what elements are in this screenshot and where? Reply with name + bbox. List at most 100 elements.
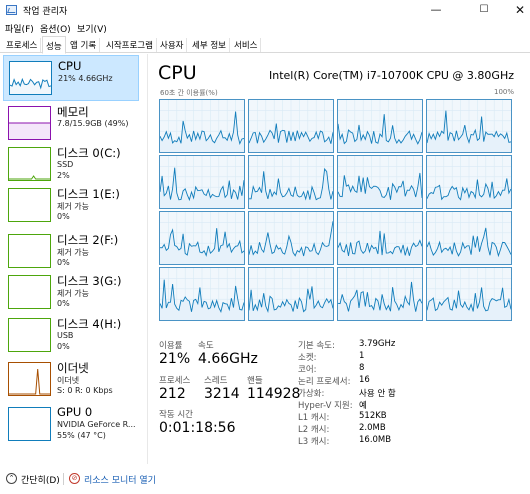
threads-label: 스레드 bbox=[204, 376, 228, 386]
sidebar-item-disk-3[interactable]: 디스크 3(G:) 제거 가능 0% bbox=[3, 270, 139, 316]
spec-label: 소켓: bbox=[298, 353, 317, 363]
cpu-mini-graph bbox=[9, 61, 52, 95]
cpu-model: Intel(R) Core(TM) i7-10700K CPU @ 3.80GH… bbox=[269, 69, 514, 82]
footer-bar: ⌃ 간단히(D) ⊘ 리소스 모니터 열기 bbox=[0, 466, 530, 494]
cpu-detail-panel: CPU Intel(R) Core(TM) i7-10700K CPU @ 3.… bbox=[150, 54, 530, 464]
title-bar: 작업 관리자 — ☐ ✕ bbox=[0, 0, 530, 20]
sidebar-title: GPU 0 bbox=[57, 405, 93, 419]
maximize-button[interactable]: ☐ bbox=[464, 0, 504, 20]
graph-caption: 60초 간 이용률(%) bbox=[160, 89, 218, 97]
spec-value: 16 bbox=[359, 375, 370, 385]
logical-processor-graph bbox=[159, 267, 245, 321]
tab-app-history[interactable]: 앱 기록 bbox=[67, 38, 101, 52]
sidebar-item-ethernet[interactable]: 이더넷 이더넷 S: 0 R: 0 Kbps bbox=[3, 357, 139, 403]
sidebar-title: 메모리 bbox=[57, 105, 89, 119]
sidebar-title: 디스크 4(H:) bbox=[57, 317, 122, 331]
spec-value: 3.79GHz bbox=[359, 339, 396, 349]
spec-label: 논리 프로세서: bbox=[298, 377, 351, 387]
sidebar-detail: 제거 가능 bbox=[57, 289, 89, 298]
sidebar-detail: 21% 4.66GHz bbox=[58, 74, 113, 83]
logical-processor-graph bbox=[248, 155, 334, 209]
sidebar-value: 0% bbox=[57, 299, 70, 308]
spec-value: 2.0MB bbox=[359, 423, 386, 433]
spec-value: 16.0MB bbox=[359, 435, 392, 445]
uptime-label: 작동 시간 bbox=[159, 410, 193, 420]
sidebar-item-disk-4[interactable]: 디스크 4(H:) USB 0% bbox=[3, 313, 139, 359]
tab-startup[interactable]: 시작프로그램 bbox=[103, 38, 157, 52]
sidebar-item-memory[interactable]: 메모리 7.8/15.9GB (49%) bbox=[3, 101, 139, 147]
speed-value: 4.66GHz bbox=[198, 351, 258, 367]
sidebar-detail: NVIDIA GeForce R... bbox=[57, 420, 136, 429]
collapse-icon[interactable]: ⌃ bbox=[6, 473, 17, 484]
logical-processor-graph bbox=[248, 99, 334, 153]
tab-performance[interactable]: 성능 bbox=[42, 36, 66, 54]
ethernet-mini-graph bbox=[8, 362, 51, 396]
resource-monitor-link[interactable]: 리소스 모니터 열기 bbox=[84, 473, 156, 486]
resource-list: CPU 21% 4.66GHz 메모리 7.8/15.9GB (49%) 디스크… bbox=[0, 54, 148, 464]
logical-processor-graph bbox=[426, 99, 512, 153]
tab-users[interactable]: 사용자 bbox=[157, 38, 188, 52]
logical-processor-graph bbox=[248, 211, 334, 265]
close-button[interactable]: ✕ bbox=[500, 0, 530, 20]
page-title: CPU bbox=[158, 62, 197, 84]
menu-view[interactable]: 보기(V) bbox=[77, 22, 107, 35]
menu-bar: 파일(F) 옵션(O) 보기(V) bbox=[0, 20, 530, 35]
spec-label: 코어: bbox=[298, 365, 317, 375]
sidebar-title: 디스크 0(C:) bbox=[57, 146, 121, 160]
tab-services[interactable]: 서비스 bbox=[231, 38, 262, 52]
spec-value: 1 bbox=[359, 351, 365, 361]
logical-processor-graph bbox=[248, 267, 334, 321]
disk-0-mini-graph bbox=[8, 147, 51, 181]
sidebar-value: 0% bbox=[57, 258, 70, 267]
sidebar-item-cpu[interactable]: CPU 21% 4.66GHz bbox=[3, 55, 139, 101]
mini-graph-line bbox=[9, 175, 50, 180]
processes-label: 프로세스 bbox=[159, 376, 191, 386]
fewer-details-link[interactable]: 간단히(D) bbox=[21, 473, 60, 486]
processes-value: 212 bbox=[159, 386, 186, 402]
spec-value: 512KB bbox=[359, 411, 387, 421]
window-title: 작업 관리자 bbox=[23, 7, 68, 17]
spec-label: Hyper-V 지원: bbox=[298, 401, 353, 411]
sidebar-detail: 제거 가능 bbox=[57, 248, 89, 257]
sidebar-title: 디스크 2(F:) bbox=[57, 233, 119, 247]
sidebar-value: 0% bbox=[57, 342, 70, 351]
disk-3-mini-graph bbox=[8, 275, 51, 309]
minimize-button[interactable]: — bbox=[416, 0, 456, 20]
logical-processor-graph bbox=[337, 211, 423, 265]
sidebar-item-gpu[interactable]: GPU 0 NVIDIA GeForce R... 55% (47 °C) bbox=[3, 402, 139, 448]
logical-processor-graph bbox=[159, 155, 245, 209]
footer-divider bbox=[63, 473, 64, 485]
spec-value: 사용 안 함 bbox=[359, 389, 396, 399]
spec-label: L1 캐시: bbox=[298, 413, 330, 423]
usage-value: 21% bbox=[159, 351, 191, 367]
menu-options[interactable]: 옵션(O) bbox=[40, 22, 71, 35]
sidebar-detail: USB bbox=[57, 331, 74, 340]
disk-2-mini-graph bbox=[8, 234, 51, 268]
logical-processor-graph bbox=[337, 267, 423, 321]
tab-details[interactable]: 세부 정보 bbox=[189, 38, 230, 52]
speed-label: 속도 bbox=[198, 341, 214, 351]
tab-bar: 프로세스 성능 앱 기록 시작프로그램 사용자 세부 정보 서비스 bbox=[0, 36, 530, 54]
sidebar-title: CPU bbox=[58, 59, 82, 73]
sidebar-item-disk-2[interactable]: 디스크 2(F:) 제거 가능 0% bbox=[3, 229, 139, 275]
gpu-mini-graph bbox=[8, 407, 51, 441]
tab-processes[interactable]: 프로세스 bbox=[3, 38, 42, 52]
sidebar-detail: 7.8/15.9GB (49%) bbox=[57, 119, 129, 128]
sidebar-title: 디스크 1(E:) bbox=[57, 187, 120, 201]
sidebar-title: 이더넷 bbox=[57, 361, 89, 375]
mini-graph-line bbox=[9, 368, 50, 395]
spec-label: 가상화: bbox=[298, 389, 325, 399]
sidebar-detail: 이더넷 bbox=[57, 376, 80, 385]
logical-processor-graph bbox=[337, 99, 423, 153]
sidebar-item-disk-1[interactable]: 디스크 1(E:) 제거 가능 0% bbox=[3, 183, 139, 229]
logical-processor-graphs[interactable] bbox=[159, 99, 515, 326]
sidebar-item-disk-0[interactable]: 디스크 0(C:) SSD 2% bbox=[3, 142, 139, 188]
disk-1-mini-graph bbox=[8, 188, 51, 222]
logical-processor-graph bbox=[426, 211, 512, 265]
sidebar-value: 0% bbox=[57, 212, 70, 221]
threads-value: 3214 bbox=[204, 386, 240, 402]
graph-max-label: 100% bbox=[493, 88, 514, 96]
menu-file[interactable]: 파일(F) bbox=[5, 22, 34, 35]
sidebar-value: 55% (47 °C) bbox=[57, 431, 106, 440]
disk-4-mini-graph bbox=[8, 318, 51, 352]
